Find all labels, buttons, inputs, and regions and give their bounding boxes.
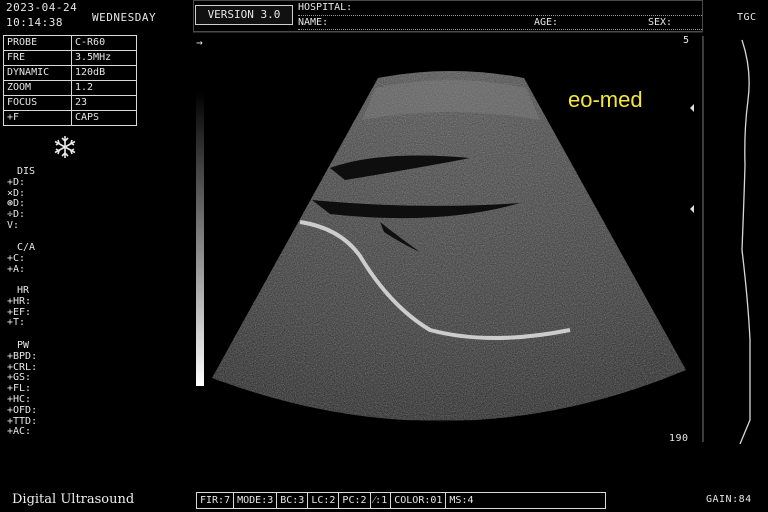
param-row: +F CAPS bbox=[3, 110, 137, 126]
measure-item[interactable]: +C: bbox=[7, 253, 35, 265]
age-label[interactable]: AGE: bbox=[534, 16, 558, 30]
measure-item[interactable]: +BPD: bbox=[7, 351, 37, 363]
param-key: DYNAMIC bbox=[3, 65, 72, 81]
param-row: FRE 3.5MHz bbox=[3, 50, 137, 66]
focus-marker-icon bbox=[690, 205, 694, 213]
tgc-curve[interactable] bbox=[739, 39, 751, 445]
measure-item[interactable]: +OFD: bbox=[7, 405, 37, 417]
depth-top-label: 5 bbox=[683, 35, 690, 46]
param-key: ZOOM bbox=[3, 80, 72, 96]
param-value: 23 bbox=[71, 95, 137, 111]
tgc-label: TGC bbox=[737, 12, 757, 23]
focus-marker-icon bbox=[690, 104, 694, 112]
measure-item[interactable]: +AC: bbox=[7, 427, 37, 438]
sex-label[interactable]: SEX: bbox=[648, 16, 672, 30]
measure-group-dis: DIS +D: ×D: ⊛D: ÷D: V: bbox=[7, 166, 35, 232]
patient-fields-row: NAME: AGE: SEX: bbox=[298, 16, 702, 30]
measure-group-pw: PW +BPD: +CRL: +GS: +FL: +HC: +OFD: +TTD… bbox=[7, 340, 37, 438]
measure-group-ca: C/A +C: +A: bbox=[7, 242, 35, 276]
date-text: 2023-04-24 bbox=[6, 1, 78, 14]
param-key: FRE bbox=[3, 50, 72, 66]
grayscale-bar bbox=[196, 92, 204, 386]
device-title: Digital Ultrasound bbox=[12, 492, 135, 507]
param-row: PROBE C-R60 bbox=[3, 35, 137, 51]
measure-item[interactable]: +HR: bbox=[7, 296, 31, 308]
param-key: FOCUS bbox=[3, 95, 72, 111]
orientation-arrow-icon: → bbox=[196, 36, 203, 49]
version-badge: VERSION 3.0 bbox=[195, 5, 293, 25]
measure-group-hr: HR +HR: +EF: +T: bbox=[7, 285, 31, 329]
imaging-params-table: PROBE C-R60 FRE 3.5MHz DYNAMIC 120dB ZOOM 1.… bbox=[3, 35, 137, 126]
depth-bottom-label: 190 bbox=[669, 433, 689, 444]
weekday-text: WEDNESDAY bbox=[92, 11, 157, 24]
param-value: 3.5MHz bbox=[71, 50, 137, 66]
setting-color[interactable]: COLOR:01 bbox=[391, 493, 447, 508]
param-key: PROBE bbox=[3, 35, 72, 51]
time-text: 10:14:38 bbox=[6, 16, 63, 29]
param-row: FOCUS 23 bbox=[3, 95, 137, 111]
setting-pc[interactable]: PC:2 bbox=[339, 493, 371, 508]
setting-slash[interactable]: ⁄:1 bbox=[371, 493, 392, 508]
setting-fir[interactable]: FIR:7 bbox=[197, 493, 235, 508]
setting-bc[interactable]: BC:3 bbox=[277, 493, 309, 508]
snowflake-icon[interactable] bbox=[52, 134, 78, 160]
name-label[interactable]: NAME: bbox=[298, 16, 328, 30]
setting-lc[interactable]: LC:2 bbox=[308, 493, 340, 508]
param-key: +F bbox=[3, 110, 72, 126]
setting-ms[interactable]: MS:4 bbox=[446, 493, 476, 508]
watermark-logo: eo-med bbox=[568, 87, 643, 112]
hospital-field[interactable]: HOSPITAL: bbox=[298, 2, 702, 16]
param-row: DYNAMIC 120dB bbox=[3, 65, 137, 81]
param-value: 1.2 bbox=[71, 80, 137, 96]
param-row: ZOOM 1.2 bbox=[3, 80, 137, 96]
setting-mode[interactable]: MODE:3 bbox=[234, 493, 278, 508]
measure-item[interactable]: +D: bbox=[7, 177, 35, 189]
param-value: C-R60 bbox=[71, 35, 137, 51]
gain-value[interactable]: GAIN:84 bbox=[706, 494, 752, 505]
hospital-label: HOSPITAL: bbox=[298, 2, 353, 13]
measure-item[interactable]: +T: bbox=[7, 318, 31, 329]
measure-item[interactable]: V: bbox=[7, 220, 35, 232]
param-value: CAPS bbox=[71, 110, 137, 126]
measure-item[interactable]: +A: bbox=[7, 264, 35, 276]
settings-bar: FIR:7 MODE:3 BC:3 LC:2 PC:2 ⁄:1 COLOR:01… bbox=[196, 492, 606, 509]
param-value: 120dB bbox=[71, 65, 137, 81]
